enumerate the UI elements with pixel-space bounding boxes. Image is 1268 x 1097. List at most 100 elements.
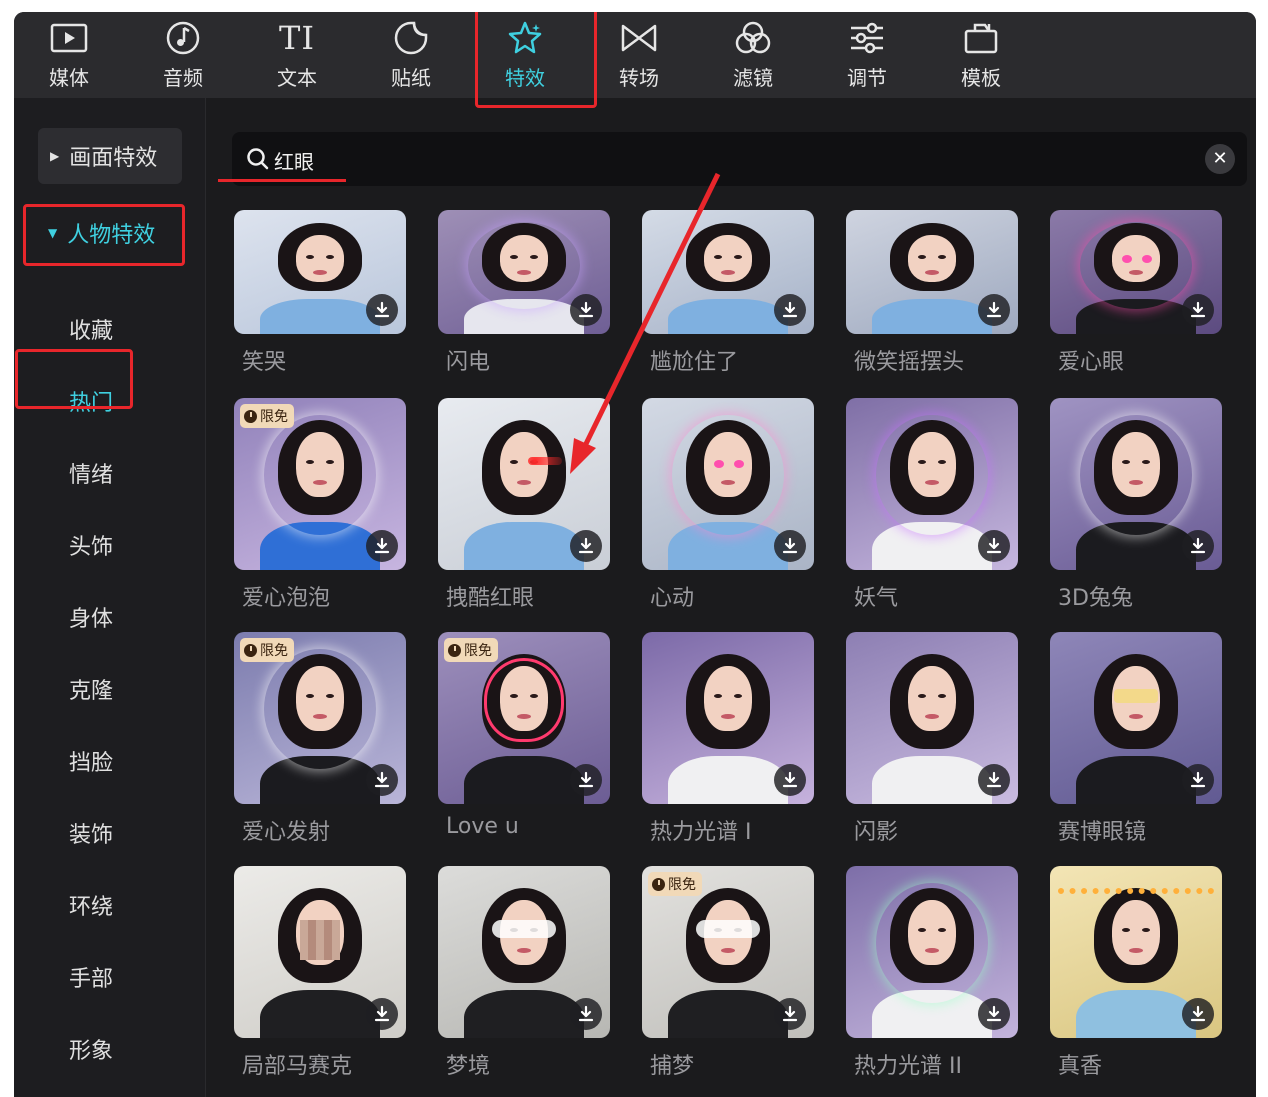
effect-thumbnail [846,632,1018,804]
tab-media[interactable]: 媒体 [19,12,119,98]
effect-overlay [492,920,556,938]
download-button[interactable] [1182,998,1214,1030]
portrait-body [668,756,788,804]
effect-thumbnail [846,866,1018,1038]
download-button[interactable] [366,530,398,562]
effects-grid: 笑哭 闪电 尴尬住了 微笑摇摆头 爱心眼 限免 爱心泡泡 拽酷红眼 心动 妖气 3D兔兔 限免 爱心发射… [234,210,1234,1090]
download-button[interactable] [1182,530,1214,562]
category-screen-effects[interactable]: ▶ 画面特效 [38,128,182,184]
category-person-effects[interactable]: ▼ 人物特效 [28,206,184,260]
limited-free-badge: 限免 [648,872,702,896]
download-button[interactable] [774,294,806,326]
download-button[interactable] [366,998,398,1030]
effect-name: 热力光谱 II [854,1054,962,1079]
tab-filter[interactable]: 滤镜 [703,12,803,98]
download-button[interactable] [1182,764,1214,796]
download-icon [578,771,594,788]
tab-sticker[interactable]: 贴纸 [361,12,461,98]
download-button[interactable] [570,530,602,562]
tab-adjust[interactable]: 调节 [817,12,917,98]
category-person-effects-label: 人物特效 [67,223,156,248]
sidebar-item-hot[interactable]: 热门 [69,385,113,417]
effect-name: 尴尬住了 [650,350,739,375]
badge-label: 限免 [260,643,288,659]
sidebar-item-body[interactable]: 身体 [69,601,113,633]
effect-thumbnail: 限免 [234,398,406,570]
portrait-face [704,666,752,731]
download-button[interactable] [978,764,1010,796]
effect-card[interactable]: 梦境 [438,866,610,1097]
portrait-eye [918,255,926,259]
clock-icon [448,643,461,657]
sidebar-item-image[interactable]: 形象 [69,1033,113,1065]
effect-card[interactable]: 妖气 [846,398,1018,630]
annotation-underline [218,179,346,182]
limited-free-badge: 限免 [240,638,294,662]
download-button[interactable] [978,998,1010,1030]
tab-transition[interactable]: 转场 [589,12,689,98]
sidebar-item-hand[interactable]: 手部 [69,961,113,993]
tab-effects[interactable]: 特效 [475,12,575,98]
search-bar[interactable]: 红眼 ✕ [232,132,1247,186]
sidebar-item-clone[interactable]: 克隆 [69,673,113,705]
download-button[interactable] [774,998,806,1030]
effect-card[interactable]: 心动 [642,398,814,630]
download-icon [1190,301,1206,318]
download-button[interactable] [774,530,806,562]
effect-thumbnail: 限免 [234,632,406,804]
sidebar-item-favorites[interactable]: 收藏 [69,313,113,345]
download-icon [374,537,390,554]
effect-overlay [672,415,784,535]
effect-card[interactable]: 3D兔兔 [1050,398,1222,630]
sidebar-item-surround[interactable]: 环绕 [69,889,113,921]
effect-name: 笑哭 [242,350,287,375]
download-button[interactable] [366,294,398,326]
effect-name: 拽酷红眼 [446,586,535,611]
effect-card[interactable]: 热力光谱 II [846,866,1018,1097]
tab-audio-label: 音频 [163,66,203,90]
effect-overlay [1114,689,1158,703]
effect-card[interactable]: 赛博眼镜 [1050,632,1222,864]
download-button[interactable] [570,998,602,1030]
download-button[interactable] [978,530,1010,562]
portrait-body [464,756,584,804]
filter-circles-icon [733,18,773,58]
download-icon [986,771,1002,788]
tab-audio[interactable]: 音频 [133,12,233,98]
download-icon [1190,1005,1206,1022]
effect-card[interactable]: 热力光谱 I [642,632,814,864]
effect-card[interactable]: 限免 捕梦 [642,866,814,1097]
sidebar-item-face-cover[interactable]: 挡脸 [69,745,113,777]
download-button[interactable] [366,764,398,796]
portrait-lips [925,714,939,719]
portrait-face [908,666,956,731]
clear-search-button[interactable]: ✕ [1205,144,1235,174]
effect-card[interactable]: 闪影 [846,632,1018,864]
triangle-down-icon: ▼ [48,226,58,240]
download-icon [986,301,1002,318]
download-button[interactable] [978,294,1010,326]
portrait-body [260,299,380,334]
tab-template[interactable]: 模板 [931,12,1031,98]
download-button[interactable] [774,764,806,796]
tab-adjust-label: 调节 [847,66,887,90]
effect-card[interactable]: 限免 爱心泡泡 [234,398,406,630]
effect-card[interactable]: 限免爱心发射 [234,632,406,864]
sidebar-item-headwear[interactable]: 头饰 [69,529,113,561]
sidebar-item-decoration[interactable]: 装饰 [69,817,113,849]
tab-template-label: 模板 [961,66,1001,90]
effect-name: 爱心发射 [242,820,331,845]
download-button[interactable] [570,294,602,326]
effect-card[interactable]: 限免 Love u [438,632,610,864]
effect-card[interactable]: 局部马赛克 [234,866,406,1097]
sidebar-item-emotion[interactable]: 情绪 [69,457,113,489]
effect-card[interactable]: 真香 [1050,866,1222,1097]
download-button[interactable] [570,764,602,796]
effect-overlay [264,649,376,769]
download-button[interactable] [1182,294,1214,326]
download-icon [374,771,390,788]
effect-card[interactable]: 拽酷红眼 [438,398,610,630]
portrait-lips [517,948,531,953]
search-input[interactable]: 红眼 [274,146,314,175]
tab-text[interactable]: TI 文本 [247,12,347,98]
